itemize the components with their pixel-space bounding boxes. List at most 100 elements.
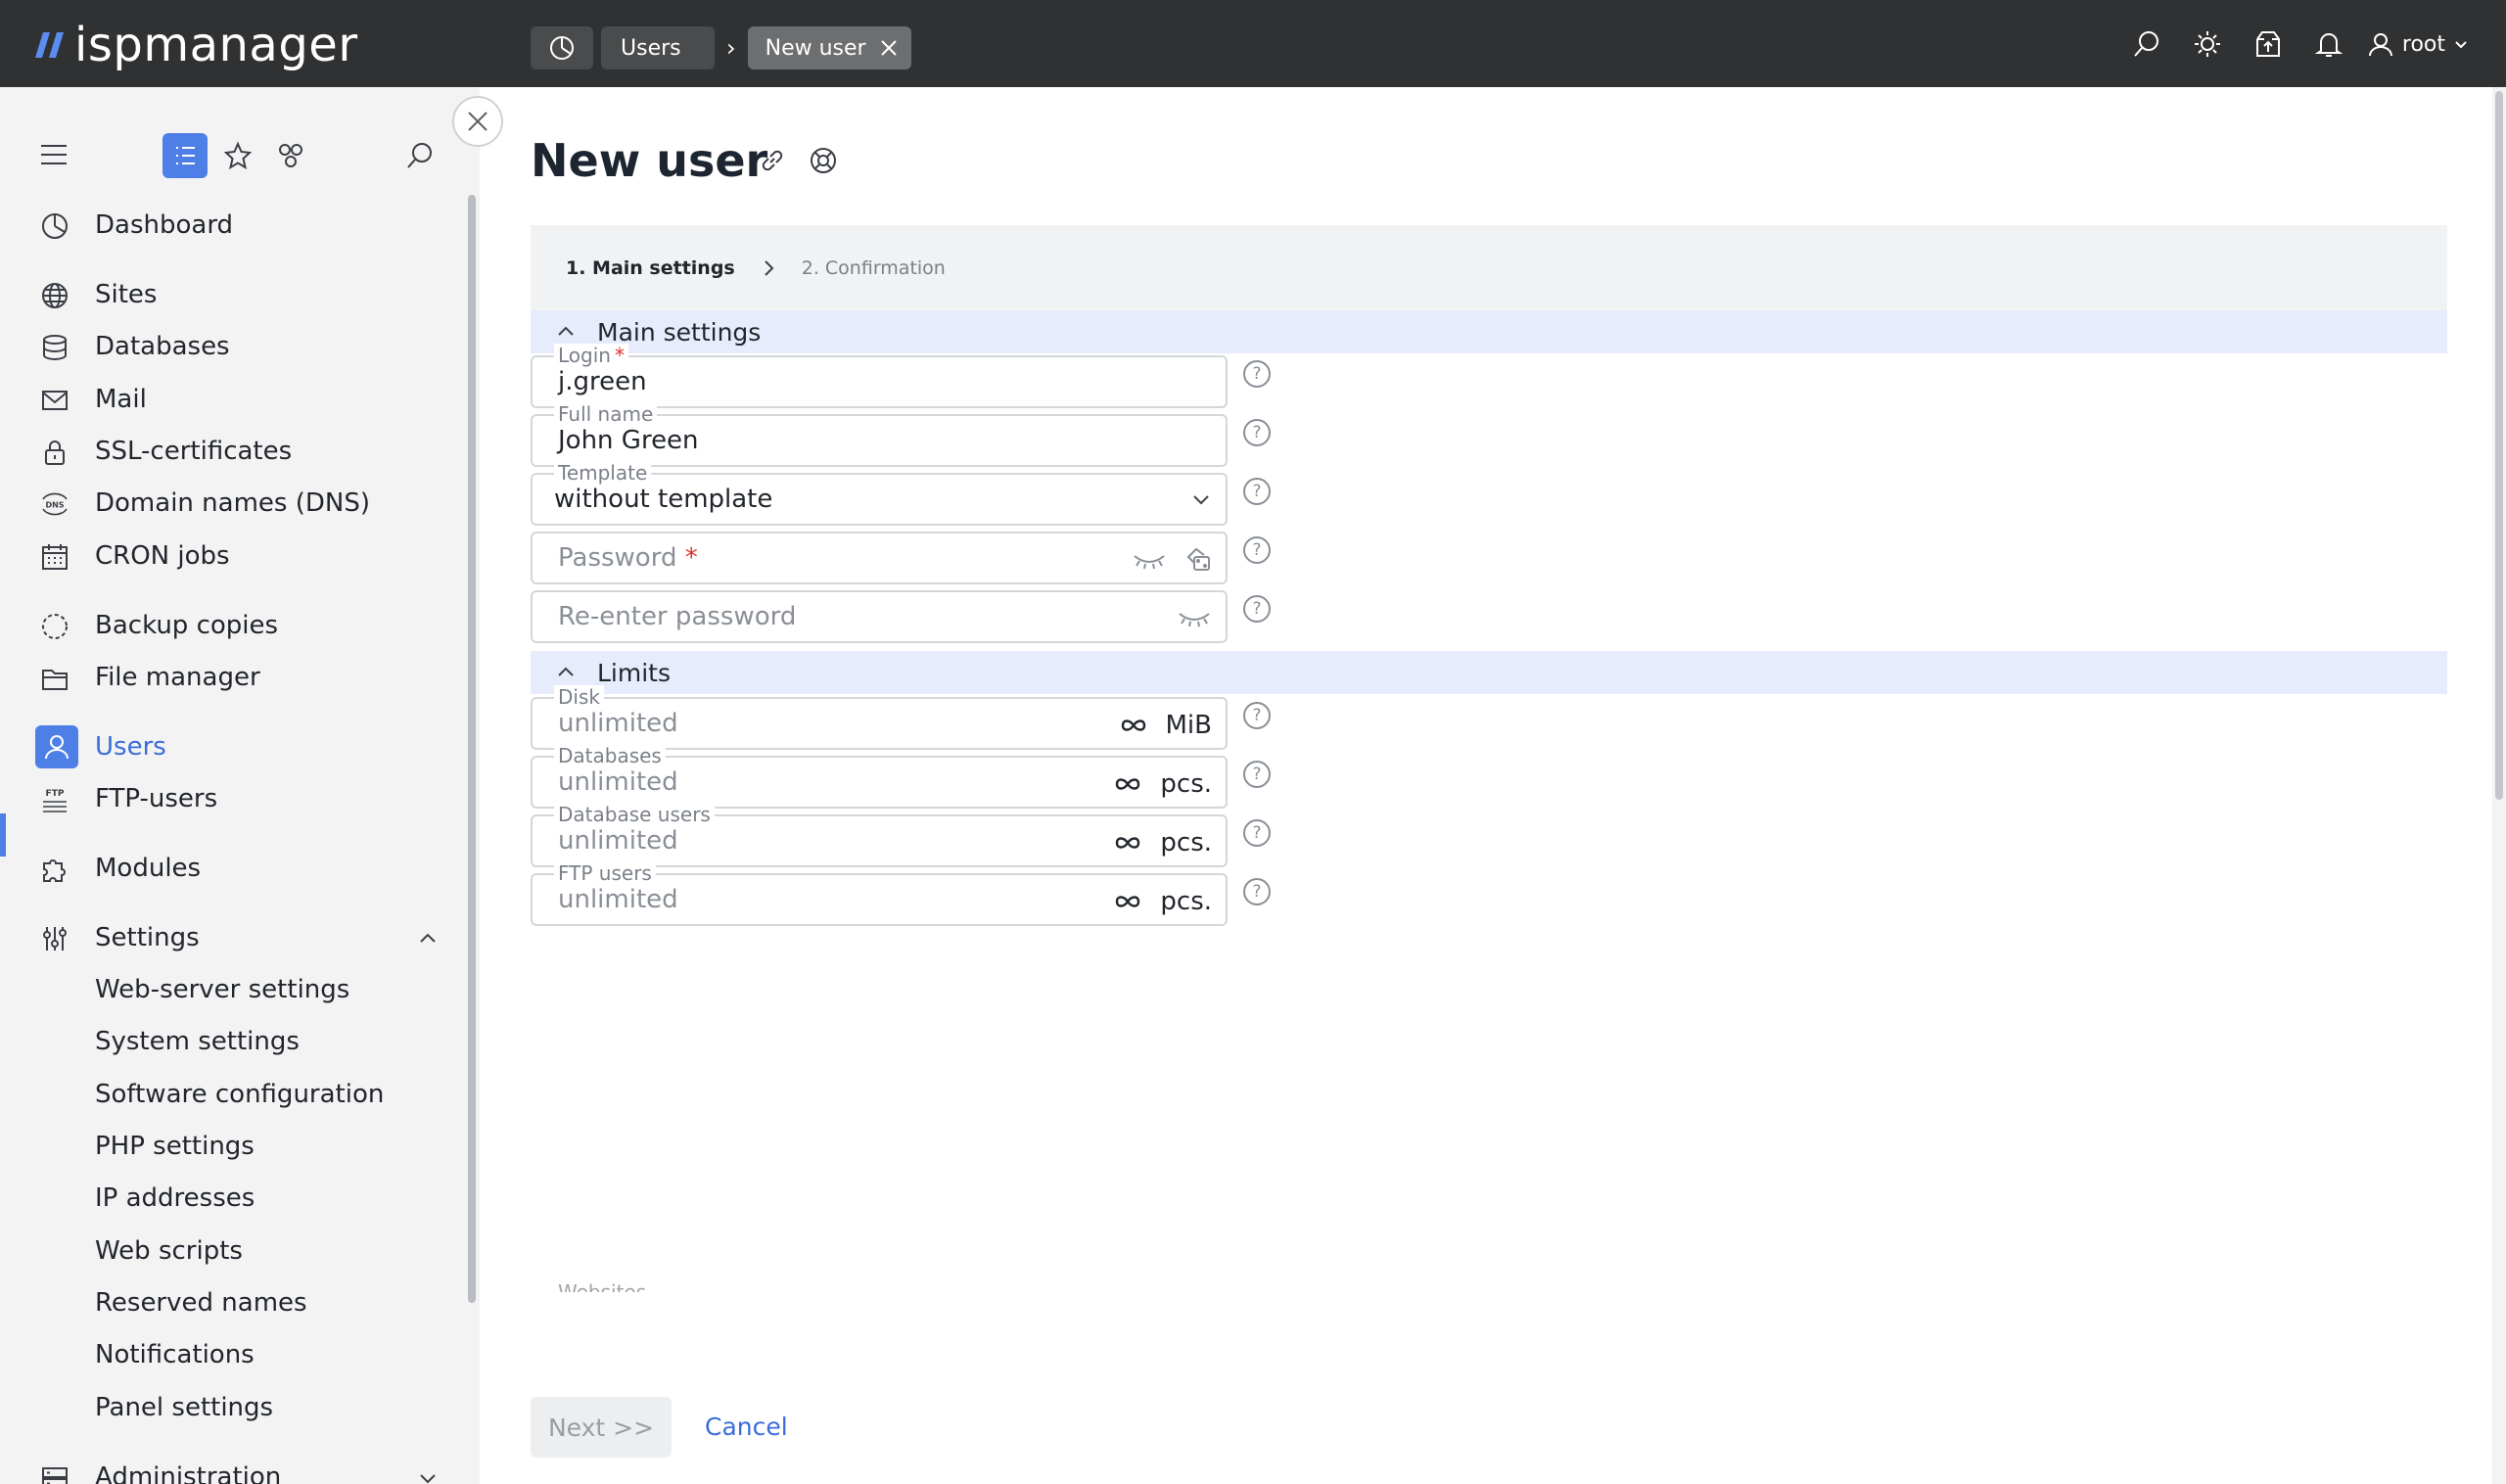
sidebar-search-icon[interactable]	[405, 141, 435, 174]
eye-closed-icon[interactable]	[1177, 604, 1212, 629]
disk-limit-field[interactable]: Disk unlimited MiB	[531, 685, 1228, 750]
help-icon[interactable]: ?	[1243, 819, 1271, 847]
chevron-down-icon[interactable]	[417, 1466, 439, 1484]
sidebar-item-mail[interactable]: Mail	[0, 377, 460, 422]
user-menu[interactable]: root	[2367, 30, 2469, 58]
sidebar-item-label: Backup copies	[95, 611, 279, 640]
section-main-settings-header[interactable]: Main settings	[531, 310, 2447, 353]
sidebar-item-panel-settings[interactable]: Panel settings	[0, 1385, 460, 1430]
infinity-icon[interactable]	[1119, 717, 1148, 734]
database-users-limit-field[interactable]: Database users unlimited pcs.	[531, 803, 1228, 867]
re-enter-password-placeholder: Re-enter password	[558, 602, 797, 631]
databases-limit-field[interactable]: Databases unlimited pcs.	[531, 744, 1228, 809]
help-icon[interactable]: ?	[1243, 878, 1271, 905]
help-icon[interactable]: ?	[1243, 702, 1271, 729]
help-icon[interactable]: ?	[1243, 419, 1271, 446]
step-main-settings[interactable]: 1. Main settings	[566, 257, 735, 279]
list-icon	[171, 142, 199, 169]
database-users-limit-input[interactable]: unlimited	[558, 826, 678, 856]
theme-sun-icon[interactable]	[2177, 29, 2238, 59]
list-view-button[interactable]	[162, 133, 208, 178]
template-select[interactable]: Template without template	[531, 461, 1228, 526]
logo-mark-icon	[33, 30, 67, 60]
sidebar-scrollbar[interactable]	[468, 195, 476, 1303]
page-title: New user	[531, 134, 768, 187]
full-name-field[interactable]: Full name John Green	[531, 402, 1228, 467]
help-lifebuoy-icon[interactable]	[809, 146, 838, 175]
sidebar-item-backup[interactable]: Backup copies	[0, 603, 460, 648]
menu-burger-icon[interactable]	[39, 143, 69, 170]
sidebar-item-modules[interactable]: Modules	[0, 846, 460, 891]
sidebar-item-dns[interactable]: DNS Domain names (DNS)	[0, 481, 460, 526]
sidebar-item-ssl[interactable]: SSL-certificates	[0, 429, 460, 474]
sidebar-item-databases[interactable]: Databases	[0, 324, 460, 369]
help-icon[interactable]: ?	[1243, 478, 1271, 505]
main-scrollbar-thumb[interactable]	[2495, 91, 2503, 800]
sidebar-item-users[interactable]: Users	[0, 724, 460, 769]
sidebar-item-software-configuration[interactable]: Software configuration	[0, 1072, 460, 1117]
login-field[interactable]: Login * j.green	[531, 344, 1228, 408]
full-name-input[interactable]: John Green	[558, 426, 699, 455]
sidebar-item-ip-addresses[interactable]: IP addresses	[0, 1176, 460, 1221]
help-icon[interactable]: ?	[1243, 761, 1271, 788]
close-tab-icon[interactable]	[880, 39, 898, 57]
help-icon[interactable]: ?	[1243, 360, 1271, 388]
unit-label: MiB	[1165, 711, 1213, 740]
sidebar-item-cron[interactable]: CRON jobs	[0, 533, 460, 579]
user-icon	[35, 725, 78, 768]
next-button[interactable]: Next >>	[531, 1397, 672, 1458]
sidebar-item-label: System settings	[95, 1027, 300, 1056]
sidebar-item-php-settings[interactable]: PHP settings	[0, 1124, 460, 1169]
chevron-down-icon	[1190, 488, 1212, 510]
sidebar-item-notifications[interactable]: Notifications	[0, 1332, 460, 1377]
field-label: Login *	[554, 344, 628, 367]
favorites-button[interactable]	[215, 133, 260, 178]
main-scrollbar[interactable]	[2492, 87, 2506, 1484]
sidebar-item-system-settings[interactable]: System settings	[0, 1019, 460, 1064]
folder-icon	[39, 663, 70, 694]
breadcrumb-new-user[interactable]: New user	[747, 26, 911, 70]
upload-icon[interactable]	[2238, 29, 2298, 59]
chevron-right-icon	[761, 258, 776, 278]
breadcrumb-users[interactable]: Users	[601, 26, 715, 70]
sidebar-item-reserved-names[interactable]: Reserved names	[0, 1280, 460, 1325]
chevron-up-icon[interactable]	[417, 927, 439, 956]
dashboard-shortcut-button[interactable]	[531, 26, 593, 70]
infinity-icon[interactable]	[1113, 834, 1142, 852]
sidebar-item-web-scripts[interactable]: Web scripts	[0, 1229, 460, 1274]
sidebar-item-web-server-settings[interactable]: Web-server settings	[0, 967, 460, 1012]
sidebar-item-ftp-users[interactable]: FTP FTP-users	[0, 776, 460, 821]
generate-password-icon[interactable]	[1184, 545, 1212, 573]
sidebar-item-file-manager[interactable]: File manager	[0, 655, 460, 700]
chevron-up-icon	[556, 663, 576, 682]
bell-icon[interactable]	[2298, 29, 2359, 59]
cancel-button[interactable]: Cancel	[705, 1413, 788, 1441]
logo[interactable]: ispmanager	[33, 18, 358, 72]
login-input[interactable]: j.green	[558, 367, 647, 396]
help-icon[interactable]: ?	[1243, 595, 1271, 623]
disk-limit-input[interactable]: unlimited	[558, 709, 678, 738]
step-confirmation[interactable]: 2. Confirmation	[802, 257, 946, 279]
link-icon[interactable]	[758, 146, 787, 175]
ftp-icon: FTP	[39, 784, 70, 815]
ftp-users-limit-input[interactable]: unlimited	[558, 885, 678, 914]
infinity-icon[interactable]	[1113, 775, 1142, 793]
sidebar-item-sites[interactable]: Sites	[0, 272, 460, 317]
groups-button[interactable]	[268, 133, 313, 178]
password-actions	[1114, 545, 1212, 573]
search-icon[interactable]	[2116, 29, 2177, 59]
eye-closed-icon[interactable]	[1132, 546, 1167, 572]
infinity-icon[interactable]	[1113, 893, 1142, 910]
re-enter-password-field[interactable]: Re-enter password	[531, 590, 1228, 643]
collapse-sidebar-button[interactable]	[452, 96, 503, 147]
sidebar-item-settings[interactable]: Settings	[0, 915, 460, 960]
section-limits-header[interactable]: Limits	[531, 651, 2447, 694]
ftp-users-limit-field[interactable]: FTP users unlimited pcs.	[531, 861, 1228, 926]
field-label: Databases	[554, 744, 666, 767]
sidebar-item-dashboard[interactable]: Dashboard	[0, 203, 460, 248]
top-toolbar: root	[2116, 29, 2469, 59]
help-icon[interactable]: ?	[1243, 536, 1271, 564]
sidebar-item-administration[interactable]: Administration	[0, 1455, 460, 1484]
databases-limit-input[interactable]: unlimited	[558, 767, 678, 797]
password-field[interactable]: Password *	[531, 532, 1228, 584]
